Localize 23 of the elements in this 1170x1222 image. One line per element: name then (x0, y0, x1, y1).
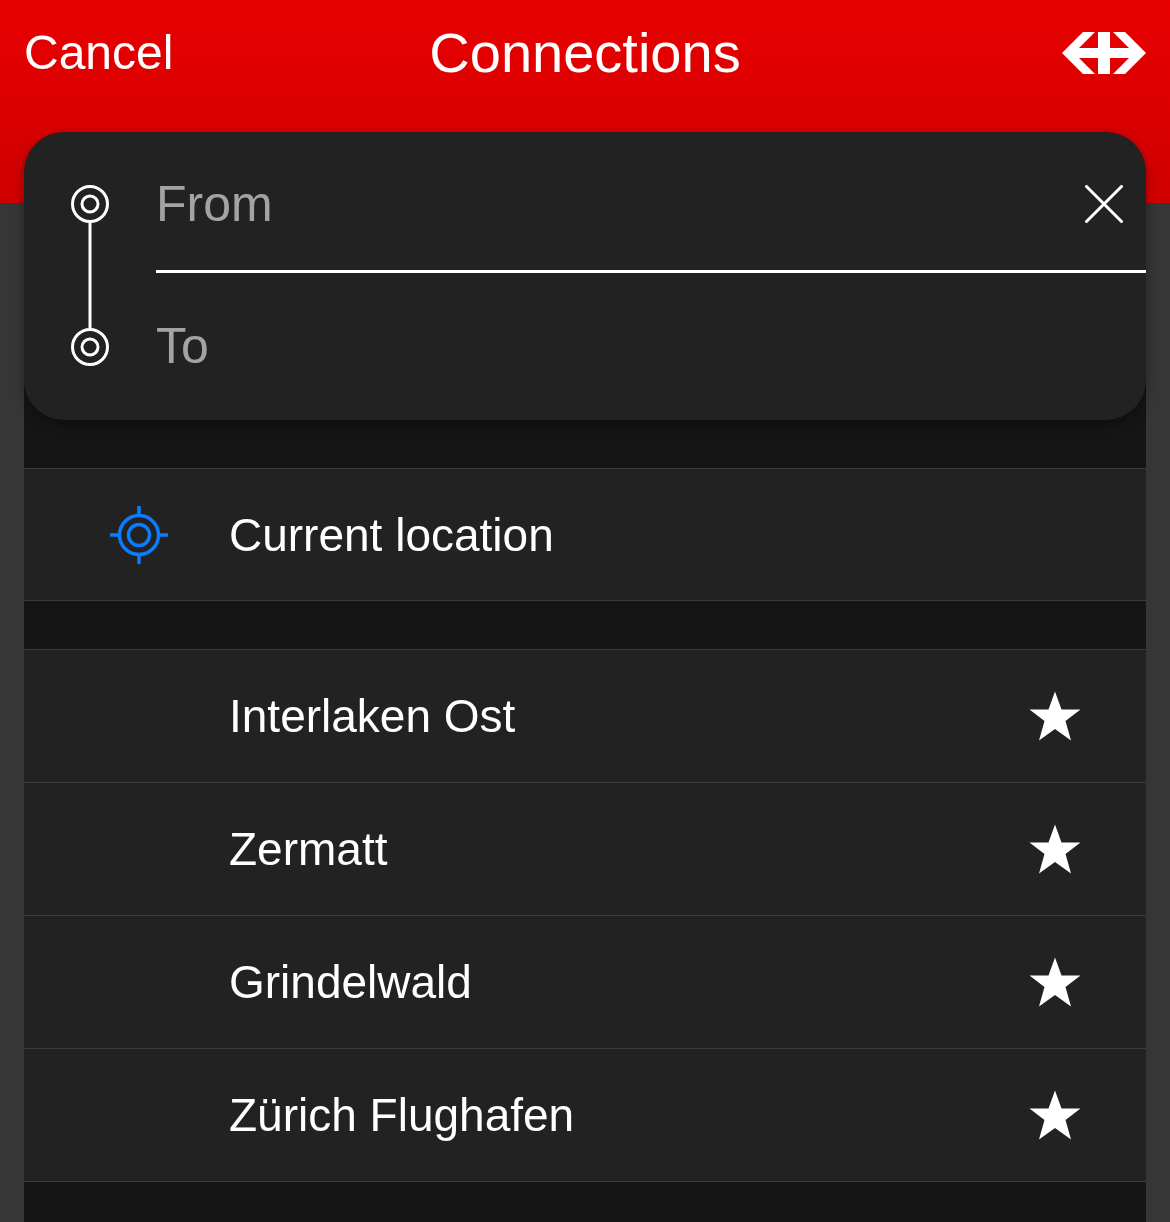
favorite-row[interactable]: Zürich Flughafen (24, 1049, 1146, 1182)
station-name: Zermatt (229, 822, 388, 877)
cancel-button[interactable]: Cancel (24, 20, 174, 86)
station-name: Zürich Flughafen (229, 1088, 575, 1143)
star-icon[interactable] (1028, 823, 1082, 875)
favorite-row[interactable]: Interlaken Ost (24, 650, 1146, 783)
logo-icon (1062, 32, 1146, 74)
to-field[interactable]: To (156, 311, 1123, 382)
screen-title: Connections (429, 20, 741, 86)
star-icon[interactable] (1028, 956, 1082, 1008)
favorite-row[interactable]: Grindelwald (24, 916, 1146, 1049)
from-field[interactable]: From (156, 169, 1069, 239)
station-name: Interlaken Ost (229, 689, 516, 744)
current-location-label: Current location (229, 507, 554, 563)
current-location-row[interactable]: Current location (24, 469, 1146, 601)
star-icon[interactable] (1028, 690, 1082, 742)
location-target-icon (110, 505, 168, 564)
origin-marker-icon (71, 185, 109, 223)
station-name: Grindelwald (229, 955, 472, 1010)
clear-icon[interactable] (1085, 185, 1123, 223)
favorite-row[interactable]: Zermatt (24, 783, 1146, 916)
destination-marker-icon (71, 328, 109, 366)
star-icon[interactable] (1028, 1089, 1082, 1141)
